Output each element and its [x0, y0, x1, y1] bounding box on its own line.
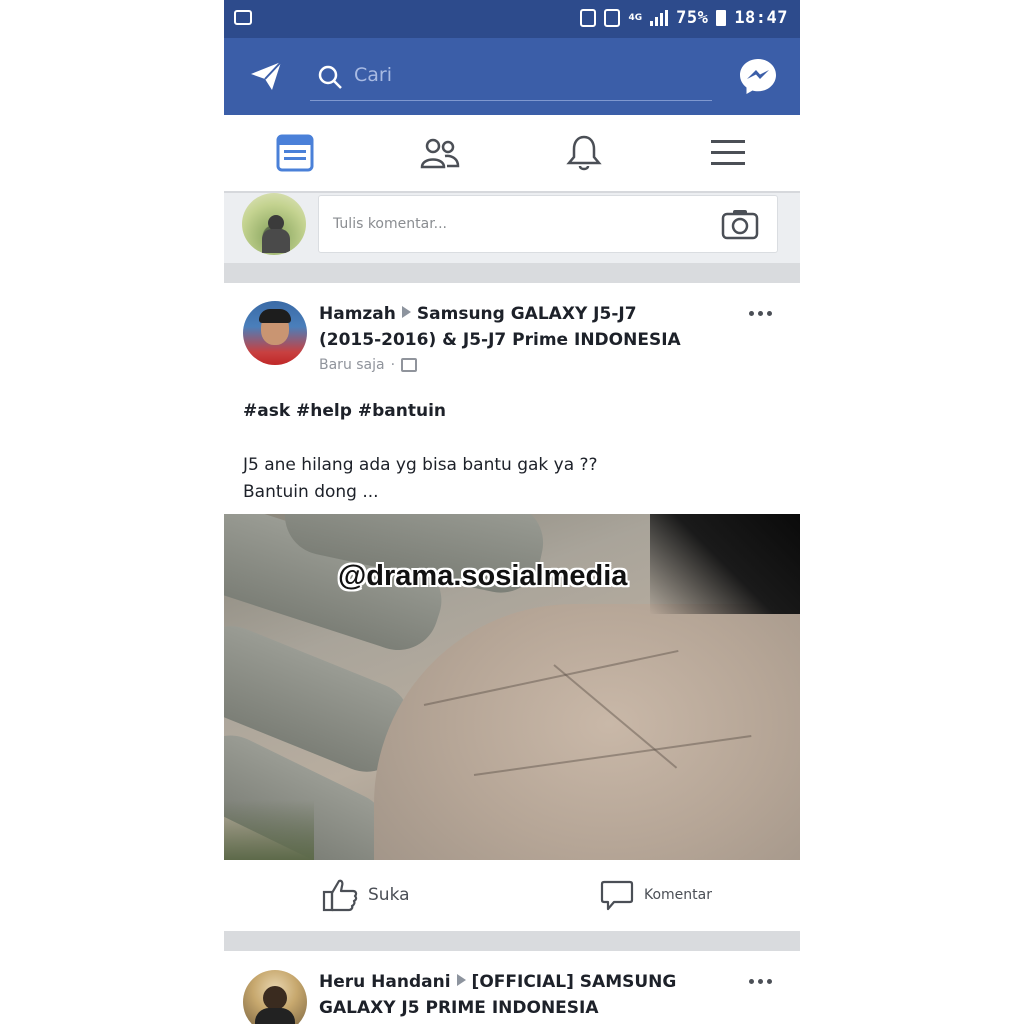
avatar-head [263, 986, 287, 1010]
menu-icon[interactable] [708, 133, 748, 173]
comment-composer: Tulis komentar... [224, 193, 800, 263]
comment-input[interactable]: Tulis komentar... [318, 195, 778, 253]
battery-percent: 75% [676, 8, 709, 28]
network-type: 4G [628, 12, 643, 23]
feed-divider [224, 263, 800, 283]
like-button[interactable]: Suka [322, 878, 410, 912]
meta-dot: · [390, 357, 396, 373]
comment-icon [600, 880, 634, 911]
search-input[interactable]: Cari [354, 64, 392, 86]
news-feed-icon[interactable] [275, 133, 315, 173]
comment-placeholder: Tulis komentar... [333, 216, 448, 232]
battery-icon [716, 10, 727, 26]
photo-grass [224, 800, 314, 860]
feed-post: Hamzah Samsung GALAXY J5-J7 (2015-2016) &… [224, 283, 800, 931]
sim-icon [604, 9, 621, 27]
clock: 18:47 [734, 8, 788, 28]
comment-label: Komentar [644, 887, 712, 903]
arrow-right-icon [401, 306, 411, 318]
post-hashtags[interactable]: #ask #help #bantuin [243, 398, 763, 425]
signal-icon [650, 10, 669, 26]
watermark: @drama.sosialmedia [338, 560, 628, 592]
avatar-body [262, 229, 290, 253]
post-body: #ask #help #bantuin J5 ane hilang ada yg… [243, 398, 763, 506]
paper-plane-icon[interactable] [248, 58, 284, 94]
photo-palm [374, 604, 800, 860]
camera-icon[interactable] [721, 208, 759, 240]
feed-post: Heru Handani [OFFICIAL] SAMSUNG GALAXY J5… [224, 951, 800, 1024]
post-line-2: Bantuin dong ... [243, 482, 379, 502]
photo-shadow [650, 514, 800, 614]
post-actions: Suka Komentar [224, 860, 800, 931]
app-header: Cari [224, 38, 800, 115]
author-avatar[interactable] [243, 970, 307, 1024]
like-label: Suka [368, 885, 410, 905]
author-avatar[interactable] [243, 301, 307, 365]
comment-button[interactable]: Komentar [600, 878, 712, 912]
avatar[interactable] [242, 193, 306, 255]
thumbs-up-icon [322, 879, 358, 912]
post-header: Hamzah Samsung GALAXY J5-J7 (2015-2016) &… [319, 301, 699, 353]
phone-screen: 4G 75% 18:47 Cari Tulis komentar... Hamz… [224, 0, 800, 1024]
bell-icon[interactable] [564, 133, 604, 173]
friends-icon[interactable] [420, 133, 460, 173]
status-bar: 4G 75% 18:47 [224, 0, 800, 38]
messenger-icon[interactable] [738, 56, 778, 96]
arrow-right-icon [456, 974, 466, 986]
more-options-icon[interactable] [749, 311, 772, 316]
message-icon [234, 10, 252, 25]
nav-tabs [224, 115, 800, 193]
more-options-icon[interactable] [749, 979, 772, 984]
status-icons: 4G 75% 18:47 [580, 8, 788, 28]
post-time[interactable]: Baru saja [319, 357, 385, 373]
author-name[interactable]: Hamzah [319, 304, 396, 324]
author-name[interactable]: Heru Handani [319, 972, 451, 992]
post-line-1: J5 ane hilang ada yg bisa bantu gak ya ?… [243, 455, 598, 475]
post-spacer [243, 425, 763, 452]
feed-divider [224, 931, 800, 951]
search-icon [318, 65, 342, 89]
notification-icon [580, 9, 597, 27]
post-meta: Baru saja · [319, 357, 418, 373]
post-photo[interactable]: @drama.sosialmedia [224, 514, 800, 860]
search-bar[interactable]: Cari [310, 60, 712, 101]
group-privacy-icon [401, 358, 418, 372]
avatar-body [255, 1008, 295, 1024]
avatar-hair [259, 309, 291, 323]
post-header: Heru Handani [OFFICIAL] SAMSUNG GALAXY J5… [319, 969, 699, 1021]
